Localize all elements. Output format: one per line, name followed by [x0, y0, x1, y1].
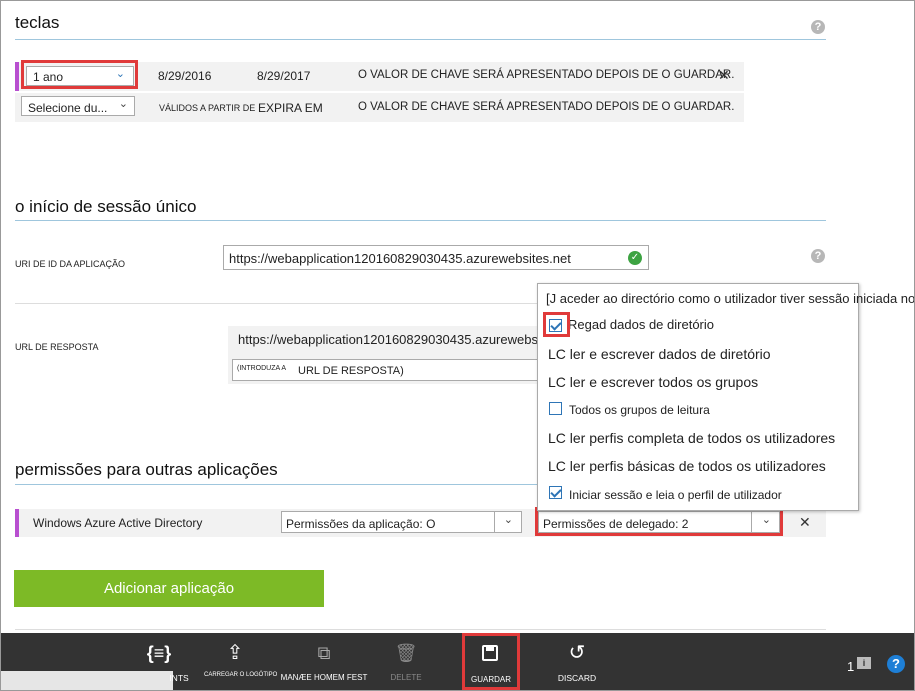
endpoints-button[interactable]: {≡} INTS — [129, 633, 189, 690]
endpoints-icon: {≡} — [146, 643, 172, 663]
upload-icon: ⇪ — [226, 642, 244, 664]
permission-read-basic-profiles[interactable]: LC ler perfis básicas de todos os utiliz… — [548, 458, 826, 474]
chevron-down-icon: ⌄ — [118, 98, 128, 110]
checkbox-sign-in[interactable] — [549, 486, 562, 499]
help-icon[interactable]: ? — [887, 655, 905, 673]
reply-url-hint: URL DE RESPOSTA) — [298, 365, 404, 377]
expires-header: EXPIRA EM — [258, 101, 323, 115]
notifications-count: 1 — [847, 659, 855, 674]
sso-help-icon[interactable]: ? — [811, 249, 825, 263]
permission-access-directory[interactable]: [J aceder ao directório como o utilizado… — [546, 291, 914, 306]
highlight-checkbox — [543, 312, 570, 337]
highlight-delegated — [535, 507, 783, 536]
check-circle-icon: ✓ — [628, 251, 642, 265]
key-value-text: O VALOR DE CHAVE SERÁ APRESENTADO DEPOIS… — [358, 101, 735, 113]
discard-button[interactable]: ↺ DISCARD — [549, 633, 605, 690]
app-permissions-select[interactable]: Permissões da aplicação: O ⌄ — [281, 511, 522, 533]
keys-heading: teclas — [15, 13, 60, 32]
keys-help-icon[interactable]: ? — [811, 20, 825, 34]
row-accent — [15, 62, 19, 91]
duration-select-2[interactable]: Selecione du... ⌄ — [21, 96, 135, 116]
reply-url-new-row: (INTRODUZA A URL DE RESPOSTA) — [228, 354, 540, 384]
duration-placeholder: Selecione du... — [28, 101, 108, 115]
discard-label: DISCARD — [557, 673, 597, 683]
add-application-button[interactable]: Adicionar aplicação — [14, 570, 324, 607]
permission-sign-in[interactable]: Iniciar sessão e leia o perfil de utiliz… — [569, 488, 782, 502]
key-value-text: O VALOR DE CHAVE SERÁ APRESENTADO DEPOIS… — [358, 69, 735, 81]
app-id-label: URI DE ID DA APLICAÇÃO — [15, 259, 126, 269]
app-permissions-value: Permissões da aplicação: O — [286, 517, 436, 531]
upload-logo-button[interactable]: ⇪ CARREGAR O LOGÓTIPO — [204, 633, 278, 690]
remove-app-icon[interactable]: ✕ — [799, 514, 811, 531]
manage-manifest-label: MANÆE HOMEM FEST — [280, 673, 368, 682]
reply-url-hint-small: (INTRODUZA A — [237, 365, 287, 372]
highlight-duration — [21, 60, 138, 89]
sso-divider — [15, 220, 826, 221]
notifications-icon[interactable]: i — [857, 657, 871, 669]
sso-heading: o início de sessão único — [15, 197, 197, 216]
permission-rw-groups[interactable]: LC ler e escrever todos os grupos — [548, 374, 758, 390]
valid-from-date: 8/29/2016 — [158, 69, 212, 83]
app-window: teclas ? 1 ano ⌄ 8/29/2016 8/29/2017 O V… — [0, 0, 915, 691]
manage-manifest-button[interactable]: ⧉ MANÆE HOMEM FEST — [280, 633, 368, 690]
endpoints-label: INTS — [169, 673, 189, 683]
checkbox-read-groups[interactable] — [549, 402, 562, 415]
permission-rw-directory[interactable]: LC ler e escrever dados de diretório — [548, 346, 771, 362]
divider — [15, 629, 826, 630]
permission-read-directory[interactable]: Regad dados de diretório — [568, 317, 714, 332]
reply-url-value: https://webapplication120160829030435.az… — [238, 332, 545, 347]
highlight-save — [462, 633, 520, 690]
external-link-icon: ⧉ — [317, 643, 331, 663]
undo-icon: ↺ — [568, 642, 586, 664]
reply-url-label: URL DE RESPOSTA — [15, 342, 99, 352]
app-name: Windows Azure Active Directory — [33, 516, 203, 530]
remove-key-icon[interactable]: ✕ — [718, 67, 730, 84]
permission-read-full-profiles[interactable]: LC ler perfis completa de todos os utili… — [548, 430, 835, 446]
expires-date: 8/29/2017 — [257, 69, 311, 83]
permission-read-groups[interactable]: Todos os grupos de leitura — [569, 403, 710, 417]
app-id-uri-input[interactable]: https://webapplication120160829030435.az… — [223, 245, 649, 270]
chevron-down-icon: ⌄ — [503, 514, 513, 526]
app-id-uri-value: https://webapplication120160829030435.az… — [229, 251, 571, 266]
divider — [15, 303, 537, 304]
delete-button[interactable]: 🗑 DELETE — [383, 633, 429, 690]
valid-from-header: VÁLIDOS A PARTIR DE — [159, 103, 256, 113]
upload-logo-label: CARREGAR O LOGÓTIPO — [204, 672, 278, 678]
other-apps-heading: permissões para outras aplicações — [15, 460, 278, 479]
delete-label: DELETE — [390, 673, 422, 682]
delegated-permissions-dropdown: [J aceder ao directório como o utilizado… — [537, 283, 914, 511]
keys-divider — [15, 39, 826, 40]
reply-url-input[interactable]: (INTRODUZA A URL DE RESPOSTA) — [232, 359, 540, 381]
reply-url-row: https://webapplication120160829030435.az… — [228, 326, 544, 354]
key-row-2: Selecione du... ⌄ VÁLIDOS A PARTIR DE EX… — [15, 93, 744, 122]
command-bar: {≡} INTS ⇪ CARREGAR O LOGÓTIPO ⧉ MANÆE H… — [1, 633, 914, 690]
trash-icon: 🗑 — [394, 643, 418, 663]
row-accent — [15, 509, 19, 537]
